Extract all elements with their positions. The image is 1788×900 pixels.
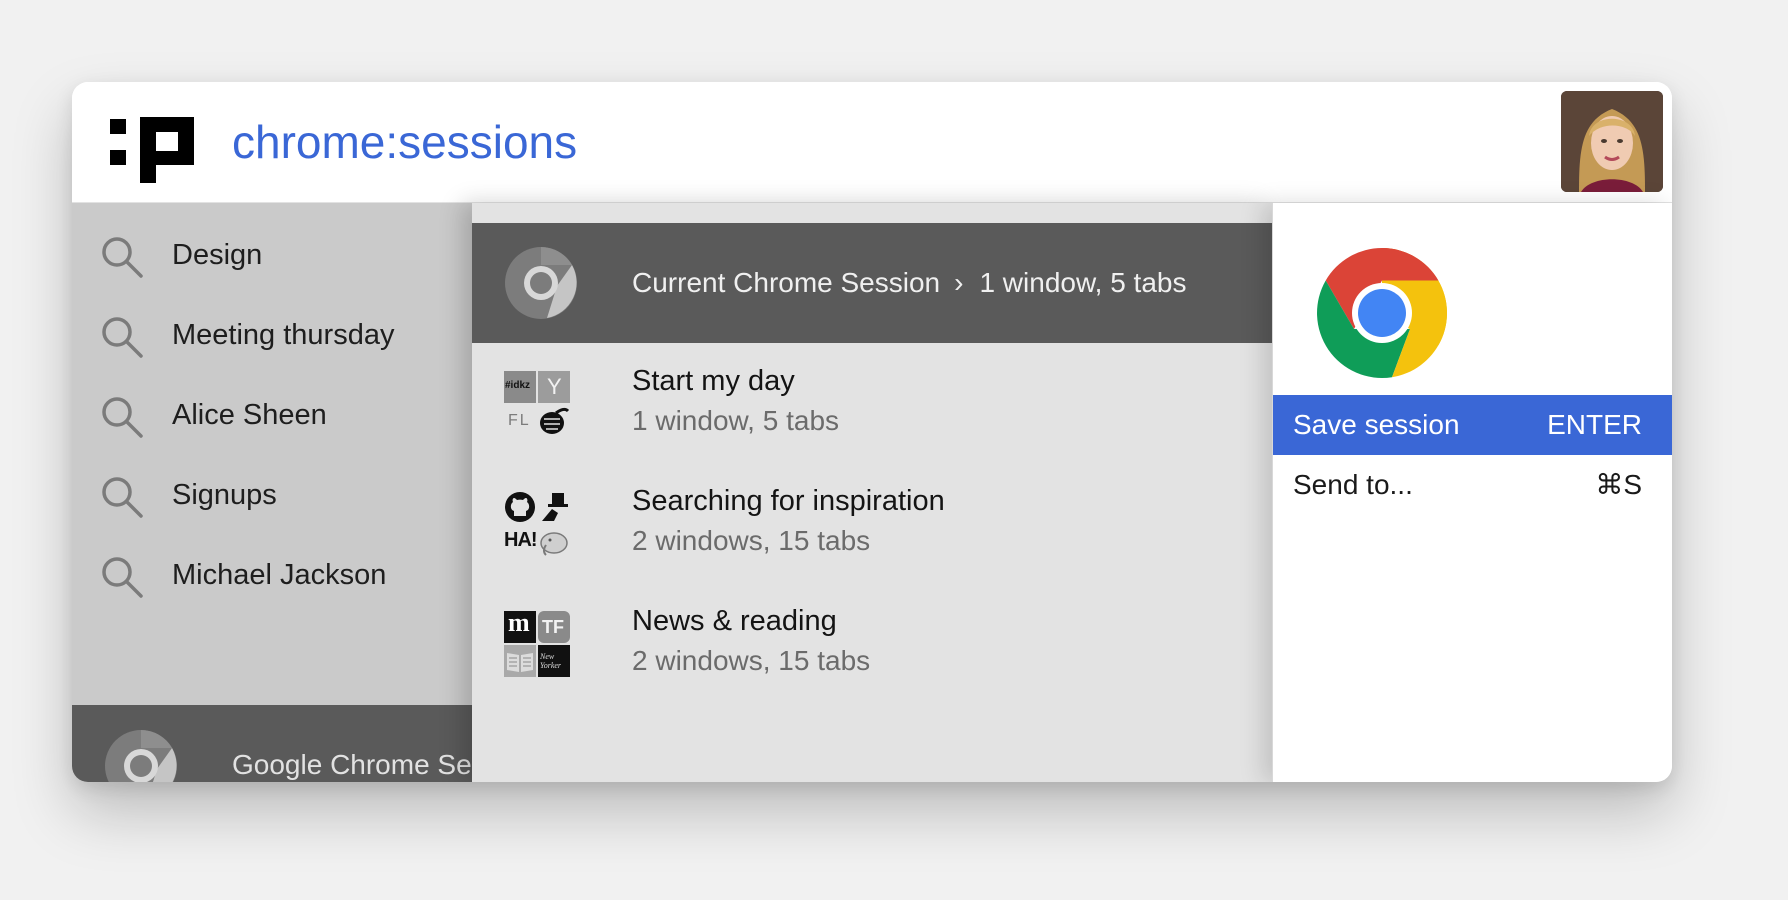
ha-icon: HA! [504,529,538,551]
fl-icon: FL [508,412,531,429]
suggestion-item[interactable]: Alice Sheen [72,375,472,455]
m-icon: m [504,608,536,643]
chevron-right-icon: › [954,267,964,298]
session-title: News & reading [632,605,837,637]
session-item[interactable]: HA! Searching for inspiration 2 windows,… [472,485,1272,601]
suggestion-label: Design [172,239,263,271]
suggestion-label: Signups [172,479,277,511]
app-logo-icon [110,117,194,183]
book-icon [504,645,536,677]
chrome-session-item[interactable]: Google Chrome Se [72,705,472,782]
chrome-gray-icon [505,247,577,319]
search-query-input[interactable]: chrome:sessions [232,112,577,172]
search-header: chrome:sessions [72,82,1672,203]
favicon-grid: m TF New Yorker [504,608,572,679]
user-avatar[interactable] [1561,91,1663,192]
newyorker-icon: New Yorker [538,645,570,677]
hop-icon [538,405,570,437]
action-shortcut: ENTER [1547,409,1642,440]
session-title: Searching for inspiration [632,485,945,517]
favicon-grid: HA! [504,491,572,559]
chrome-logo-icon [1317,248,1447,378]
current-session-title: Current Chrome Session [632,267,941,298]
suggestion-item[interactable]: Michael Jackson [72,535,472,615]
save-session-button[interactable]: Save session ENTER [1273,395,1672,455]
elephant-icon [538,525,570,557]
session-item[interactable]: m TF New Yorker News & reading 2 windows… [472,605,1272,721]
send-to-button[interactable]: Send to... ⌘S [1273,455,1672,515]
github-icon [504,491,536,523]
search-icon [102,317,143,358]
suggestion-item[interactable]: Meeting thursday [72,295,472,375]
suggestion-item[interactable]: Signups [72,455,472,535]
tf-icon: TF [538,611,570,643]
tophat-icon [538,491,570,523]
current-session-label: Current Chrome Session › 1 window, 5 tabs [632,265,1186,301]
search-icon [102,557,143,598]
action-shortcut: ⌘S [1595,469,1642,500]
sessions-panel: Current Chrome Session › 1 window, 5 tabs … [472,203,1272,782]
session-item[interactable]: #idkz Y FL Start my day 1 window, 5 tabs [472,365,1272,481]
suggestion-label: Meeting thursday [172,319,395,351]
session-meta: 2 windows, 15 tabs [632,645,871,676]
session-meta: 1 window, 5 tabs [632,405,840,436]
session-title: Start my day [632,365,795,397]
action-label: Save session [1293,409,1460,440]
chrome-gray-icon [105,730,177,782]
actions-panel: Save session ENTER Send to... ⌘S [1272,203,1672,782]
suggestion-label: Michael Jackson [172,559,387,591]
search-icon [102,477,143,518]
suggestion-item[interactable]: Design [72,215,472,295]
current-session-meta: 1 window, 5 tabs [979,267,1187,298]
suggestions-panel: Design Meeting thursday Alice Sheen Sign… [72,203,472,782]
y-icon: Y [538,371,570,403]
action-label: Send to... [1293,469,1413,500]
chrome-session-label: Google Chrome Se [232,749,472,780]
favicon-grid: #idkz Y FL [504,371,572,439]
session-meta: 2 windows, 15 tabs [632,525,871,556]
launcher-window: chrome:sessions Design Meeting thursday … [72,82,1672,782]
search-icon [102,397,143,438]
search-icon [102,237,143,278]
idkz-icon: #idkz [504,371,536,403]
current-session-row[interactable]: Current Chrome Session › 1 window, 5 tabs [472,223,1272,343]
suggestion-label: Alice Sheen [172,399,327,431]
